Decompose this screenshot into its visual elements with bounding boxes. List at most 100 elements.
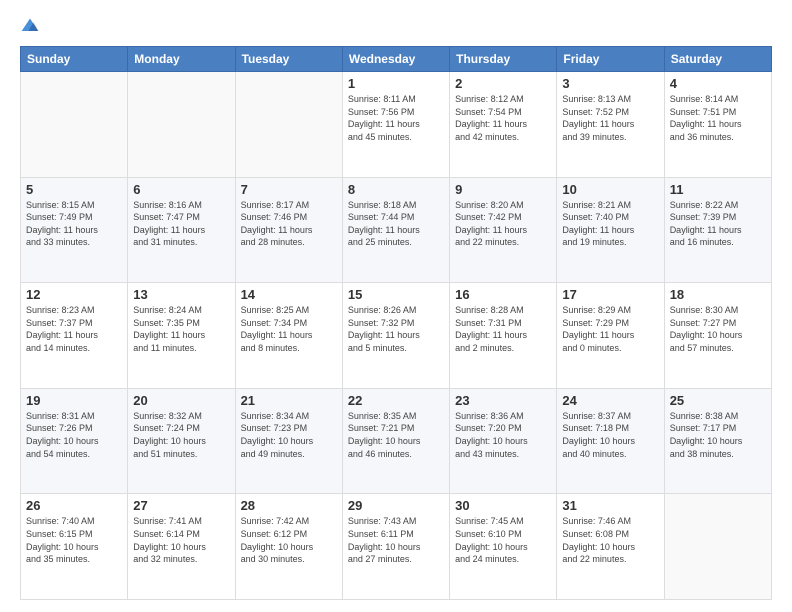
calendar-cell: 9 Sunrise: 8:20 AM Sunset: 7:42 PM Daylig… [450, 177, 557, 283]
weekday-header-monday: Monday [128, 47, 235, 72]
calendar-body: 1 Sunrise: 8:11 AM Sunset: 7:56 PM Daylig… [21, 72, 772, 600]
day-info: Sunrise: 8:15 AM Sunset: 7:49 PM Dayligh… [26, 199, 122, 249]
calendar-cell: 26 Sunrise: 7:40 AM Sunset: 6:15 PM Dayli… [21, 494, 128, 600]
day-info: Sunrise: 8:13 AM Sunset: 7:52 PM Dayligh… [562, 93, 658, 143]
calendar-week-2: 5Sunrise: 8:15 AM Sunset: 7:49 PM Daylig… [21, 177, 772, 283]
day-info: Sunrise: 8:16 AM Sunset: 7:47 PM Dayligh… [133, 199, 229, 249]
calendar-cell: 31 Sunrise: 7:46 AM Sunset: 6:08 PM Dayli… [557, 494, 664, 600]
calendar-cell: 27 Sunrise: 7:41 AM Sunset: 6:14 PM Dayli… [128, 494, 235, 600]
weekday-header-saturday: Saturday [664, 47, 771, 72]
day-number: 17 [562, 287, 658, 302]
day-info: Sunrise: 8:24 AM Sunset: 7:35 PM Dayligh… [133, 304, 229, 354]
day-number: 16 [455, 287, 551, 302]
calendar-cell: 17 Sunrise: 8:29 AM Sunset: 7:29 PM Dayli… [557, 283, 664, 389]
day-number: 30 [455, 498, 551, 513]
calendar-cell: 1 Sunrise: 8:11 AM Sunset: 7:56 PM Daylig… [342, 72, 449, 178]
calendar-cell: 16Sunrise: 8:28 AM Sunset: 7:31 PM Dayli… [450, 283, 557, 389]
calendar-week-4: 19Sunrise: 8:31 AM Sunset: 7:26 PM Dayli… [21, 388, 772, 494]
day-info: Sunrise: 8:17 AM Sunset: 7:46 PM Dayligh… [241, 199, 337, 249]
day-info: Sunrise: 8:12 AM Sunset: 7:54 PM Dayligh… [455, 93, 551, 143]
weekday-header-wednesday: Wednesday [342, 47, 449, 72]
day-number: 7 [241, 182, 337, 197]
day-info: Sunrise: 7:45 AM Sunset: 6:10 PM Dayligh… [455, 515, 551, 565]
weekday-header-thursday: Thursday [450, 47, 557, 72]
day-number: 9 [455, 182, 551, 197]
calendar-cell: 28Sunrise: 7:42 AM Sunset: 6:12 PM Dayli… [235, 494, 342, 600]
day-info: Sunrise: 7:40 AM Sunset: 6:15 PM Dayligh… [26, 515, 122, 565]
day-number: 11 [670, 182, 766, 197]
calendar-cell: 30 Sunrise: 7:45 AM Sunset: 6:10 PM Dayli… [450, 494, 557, 600]
day-info: Sunrise: 8:18 AM Sunset: 7:44 PM Dayligh… [348, 199, 444, 249]
calendar-cell: 3 Sunrise: 8:13 AM Sunset: 7:52 PM Daylig… [557, 72, 664, 178]
day-number: 14 [241, 287, 337, 302]
day-number: 26 [26, 498, 122, 513]
calendar-cell: 29 Sunrise: 7:43 AM Sunset: 6:11 PM Dayli… [342, 494, 449, 600]
calendar-cell: 19Sunrise: 8:31 AM Sunset: 7:26 PM Dayli… [21, 388, 128, 494]
day-info: Sunrise: 8:11 AM Sunset: 7:56 PM Dayligh… [348, 93, 444, 143]
calendar-week-5: 26 Sunrise: 7:40 AM Sunset: 6:15 PM Dayli… [21, 494, 772, 600]
day-number: 24 [562, 393, 658, 408]
calendar-cell: 5Sunrise: 8:15 AM Sunset: 7:49 PM Daylig… [21, 177, 128, 283]
day-number: 18 [670, 287, 766, 302]
calendar-cell [21, 72, 128, 178]
day-number: 28 [241, 498, 337, 513]
page: SundayMondayTuesdayWednesdayThursdayFrid… [0, 0, 792, 612]
weekday-header-friday: Friday [557, 47, 664, 72]
day-number: 15 [348, 287, 444, 302]
day-number: 23 [455, 393, 551, 408]
calendar-cell: 2 Sunrise: 8:12 AM Sunset: 7:54 PM Daylig… [450, 72, 557, 178]
weekday-header-sunday: Sunday [21, 47, 128, 72]
day-number: 21 [241, 393, 337, 408]
calendar-cell: 12 Sunrise: 8:23 AM Sunset: 7:37 PM Dayli… [21, 283, 128, 389]
day-info: Sunrise: 8:34 AM Sunset: 7:23 PM Dayligh… [241, 410, 337, 460]
day-info: Sunrise: 8:35 AM Sunset: 7:21 PM Dayligh… [348, 410, 444, 460]
calendar-cell [664, 494, 771, 600]
calendar-cell: 11Sunrise: 8:22 AM Sunset: 7:39 PM Dayli… [664, 177, 771, 283]
weekday-row: SundayMondayTuesdayWednesdayThursdayFrid… [21, 47, 772, 72]
logo-icon [20, 16, 40, 36]
calendar-cell: 13 Sunrise: 8:24 AM Sunset: 7:35 PM Dayli… [128, 283, 235, 389]
day-info: Sunrise: 8:14 AM Sunset: 7:51 PM Dayligh… [670, 93, 766, 143]
weekday-header-tuesday: Tuesday [235, 47, 342, 72]
calendar-cell [235, 72, 342, 178]
calendar-cell: 10 Sunrise: 8:21 AM Sunset: 7:40 PM Dayli… [557, 177, 664, 283]
day-number: 29 [348, 498, 444, 513]
calendar-week-1: 1 Sunrise: 8:11 AM Sunset: 7:56 PM Daylig… [21, 72, 772, 178]
calendar-cell: 15 Sunrise: 8:26 AM Sunset: 7:32 PM Dayli… [342, 283, 449, 389]
day-number: 2 [455, 76, 551, 91]
logo [20, 16, 44, 36]
day-info: Sunrise: 8:32 AM Sunset: 7:24 PM Dayligh… [133, 410, 229, 460]
day-number: 25 [670, 393, 766, 408]
day-number: 3 [562, 76, 658, 91]
day-number: 31 [562, 498, 658, 513]
calendar-cell [128, 72, 235, 178]
calendar-cell: 7 Sunrise: 8:17 AM Sunset: 7:46 PM Daylig… [235, 177, 342, 283]
calendar-cell: 21 Sunrise: 8:34 AM Sunset: 7:23 PM Dayli… [235, 388, 342, 494]
day-info: Sunrise: 7:46 AM Sunset: 6:08 PM Dayligh… [562, 515, 658, 565]
day-number: 12 [26, 287, 122, 302]
day-number: 1 [348, 76, 444, 91]
calendar-table: SundayMondayTuesdayWednesdayThursdayFrid… [20, 46, 772, 600]
day-number: 13 [133, 287, 229, 302]
day-info: Sunrise: 7:43 AM Sunset: 6:11 PM Dayligh… [348, 515, 444, 565]
day-number: 22 [348, 393, 444, 408]
calendar-cell: 6Sunrise: 8:16 AM Sunset: 7:47 PM Daylig… [128, 177, 235, 283]
calendar-cell: 20Sunrise: 8:32 AM Sunset: 7:24 PM Dayli… [128, 388, 235, 494]
day-number: 8 [348, 182, 444, 197]
day-number: 4 [670, 76, 766, 91]
day-info: Sunrise: 8:23 AM Sunset: 7:37 PM Dayligh… [26, 304, 122, 354]
day-info: Sunrise: 8:25 AM Sunset: 7:34 PM Dayligh… [241, 304, 337, 354]
day-info: Sunrise: 8:36 AM Sunset: 7:20 PM Dayligh… [455, 410, 551, 460]
calendar-header: SundayMondayTuesdayWednesdayThursdayFrid… [21, 47, 772, 72]
calendar-cell: 4 Sunrise: 8:14 AM Sunset: 7:51 PM Daylig… [664, 72, 771, 178]
day-number: 19 [26, 393, 122, 408]
calendar-cell: 23 Sunrise: 8:36 AM Sunset: 7:20 PM Dayli… [450, 388, 557, 494]
day-info: Sunrise: 7:41 AM Sunset: 6:14 PM Dayligh… [133, 515, 229, 565]
day-info: Sunrise: 8:20 AM Sunset: 7:42 PM Dayligh… [455, 199, 551, 249]
day-info: Sunrise: 8:26 AM Sunset: 7:32 PM Dayligh… [348, 304, 444, 354]
calendar-week-3: 12 Sunrise: 8:23 AM Sunset: 7:37 PM Dayli… [21, 283, 772, 389]
day-info: Sunrise: 8:21 AM Sunset: 7:40 PM Dayligh… [562, 199, 658, 249]
day-info: Sunrise: 8:29 AM Sunset: 7:29 PM Dayligh… [562, 304, 658, 354]
day-number: 27 [133, 498, 229, 513]
day-number: 10 [562, 182, 658, 197]
